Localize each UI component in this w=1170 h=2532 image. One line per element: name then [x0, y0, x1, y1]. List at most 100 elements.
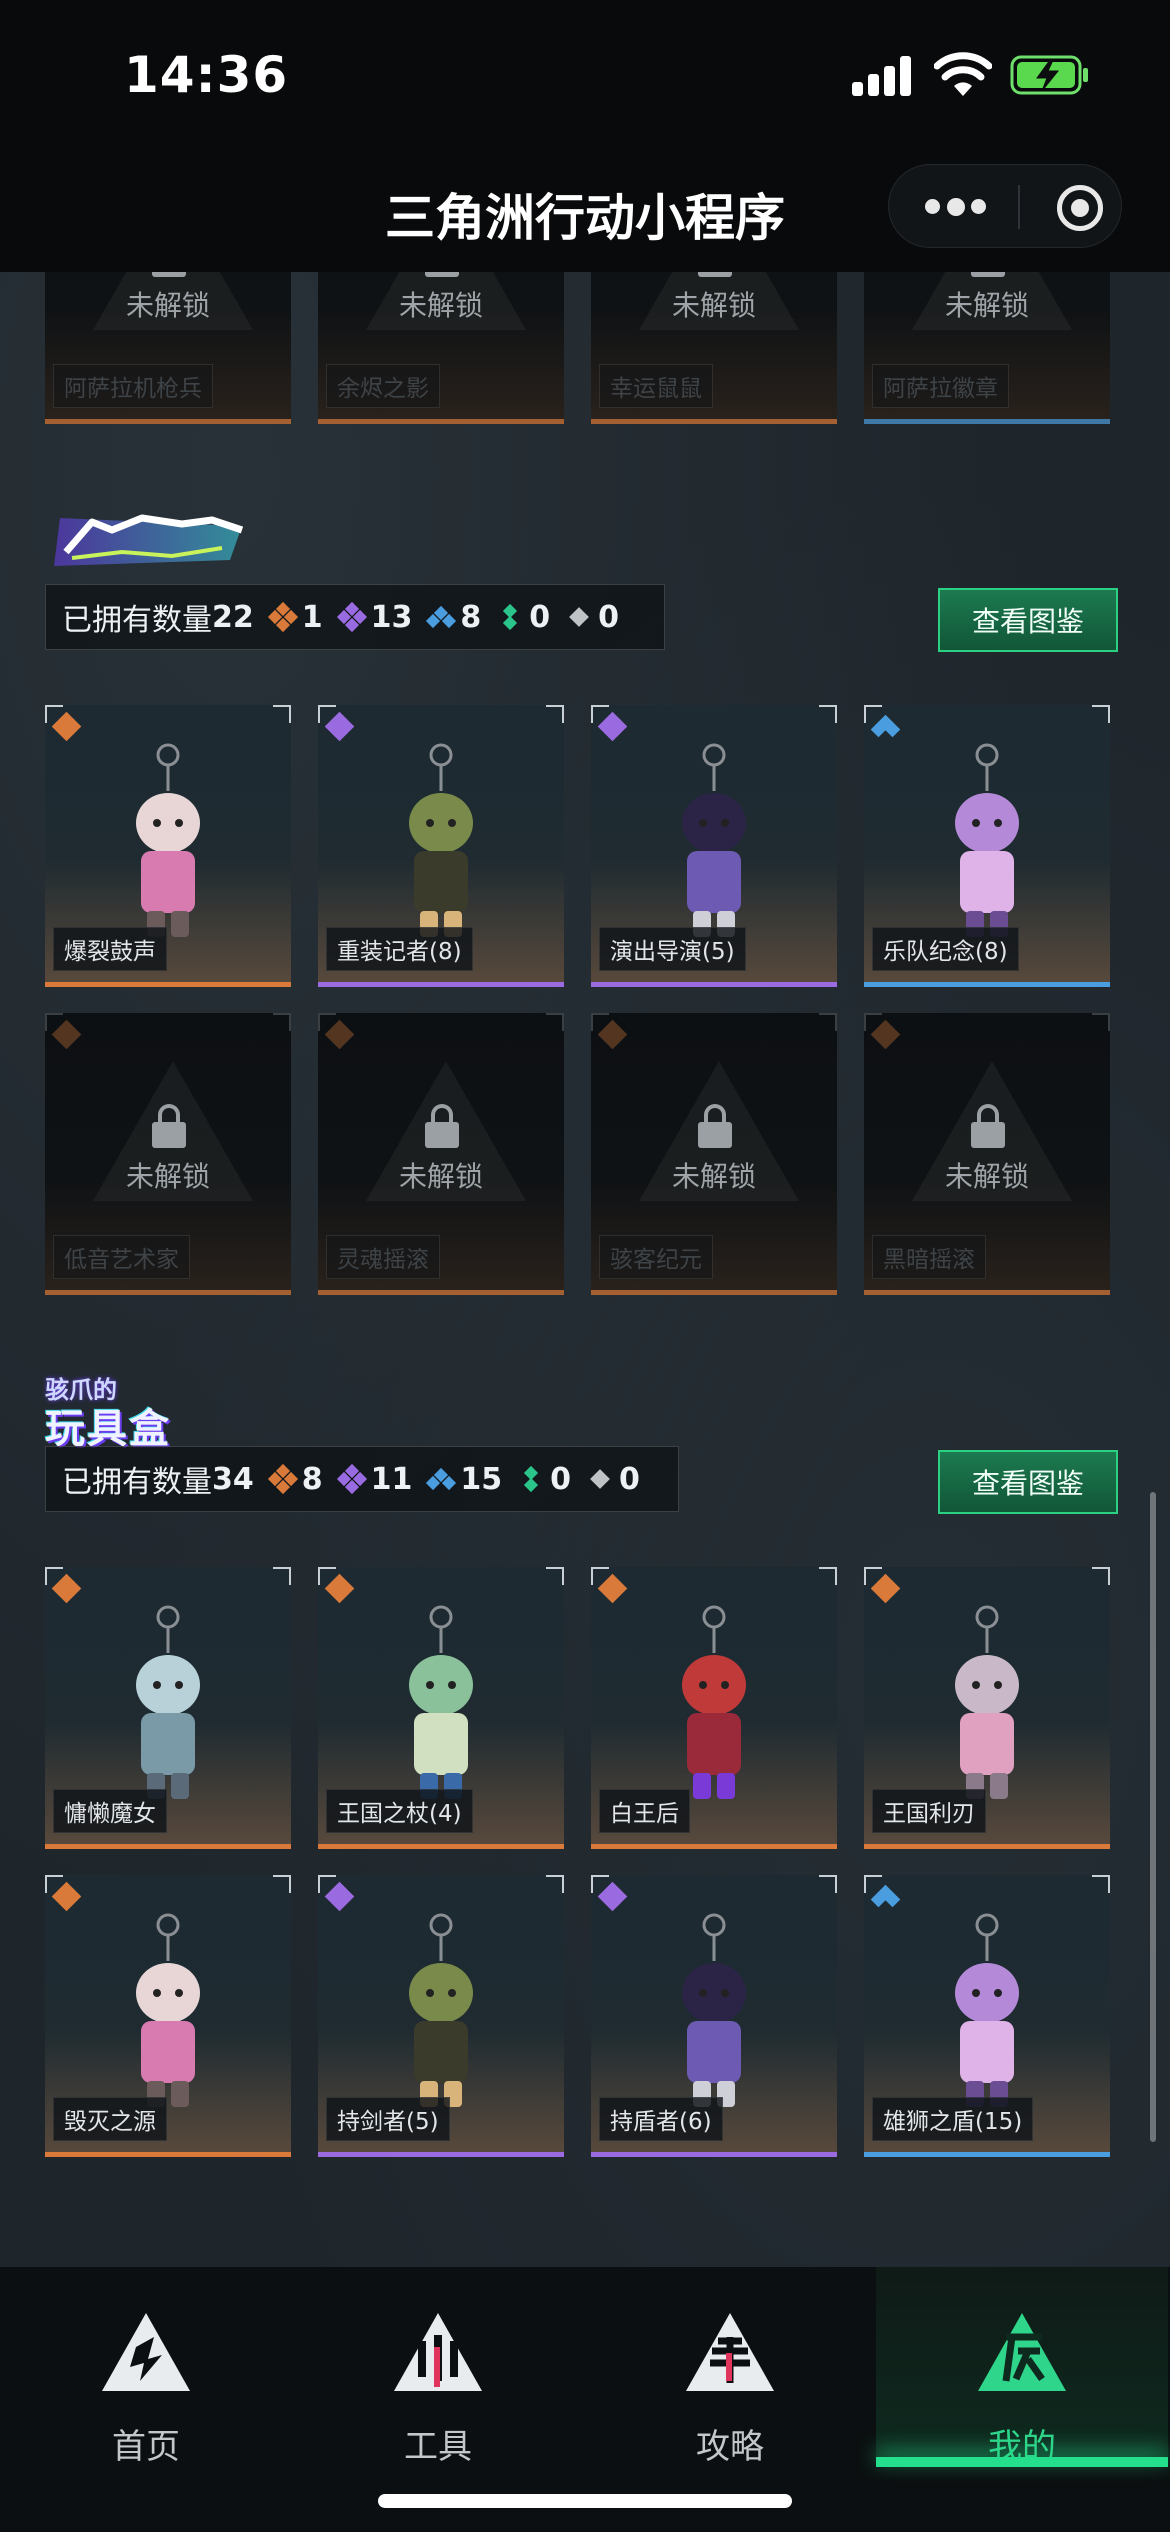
orange-rarity-icon	[870, 1573, 901, 1604]
collectible-card[interactable]: 王国利刃	[864, 1567, 1110, 1849]
orange-count: 1	[301, 599, 323, 635]
home-logo-icon	[102, 2313, 190, 2391]
locked-collectible-card[interactable]: 未解锁阿萨拉机枪兵	[45, 272, 291, 424]
blue-count: 15	[460, 1461, 503, 1497]
gray-count: 0	[598, 599, 619, 635]
cellular-signal-icon	[852, 56, 912, 96]
band-owned-stats: 已拥有数量 22 1 13 8 0 0	[45, 584, 665, 650]
blue-rarity-icon	[426, 602, 457, 632]
collectible-card[interactable]: 演出导演(5)	[591, 705, 837, 987]
lock-icon	[152, 1104, 186, 1148]
rarity-bar	[591, 982, 837, 987]
locked-collectible-card[interactable]: 未解锁 灵魂摇滚	[318, 1013, 564, 1295]
rarity-bar	[318, 982, 564, 987]
blue-count: 8	[460, 599, 482, 635]
home-indicator[interactable]	[378, 2494, 792, 2508]
collectible-card[interactable]: 王国之杖(4)	[318, 1567, 564, 1849]
top-bar: 14:36 三角洲行动小程序	[0, 0, 1170, 272]
wifi-icon	[934, 52, 992, 96]
green-count: 0	[529, 599, 551, 635]
collectible-card[interactable]: 白王后	[591, 1567, 837, 1849]
lock-icon	[698, 1104, 732, 1148]
tab-tools[interactable]: 工具	[292, 2267, 584, 2467]
rarity-bar	[318, 419, 564, 424]
tab-guides[interactable]: 攻略	[584, 2267, 876, 2467]
collectible-name: 王国利刃	[872, 1789, 986, 1833]
orange-rarity-icon	[267, 1463, 298, 1495]
tab-mine[interactable]: 我的	[876, 2267, 1168, 2467]
blue-rarity-icon	[870, 713, 901, 741]
locked-text: 未解锁	[125, 1160, 210, 1193]
locked-text: 未解锁	[944, 289, 1029, 322]
purple-rarity-icon	[336, 1463, 367, 1495]
collectible-name: 骇客纪元	[599, 1235, 713, 1279]
collectible-name: 阿萨拉机枪兵	[53, 364, 213, 408]
lock-icon	[971, 272, 1005, 277]
collectible-card[interactable]: 乐队纪念(8)	[864, 705, 1110, 987]
collectible-name: 阿萨拉徽章	[872, 364, 1009, 408]
battery-charging-icon	[1010, 55, 1088, 95]
rarity-bar	[864, 982, 1110, 987]
toybox-view-catalog-button[interactable]: 查看图鉴	[938, 1450, 1118, 1514]
locked-collectible-card[interactable]: 未解锁 骇客纪元	[591, 1013, 837, 1295]
capsule-divider	[1018, 185, 1020, 229]
close-miniprogram-icon[interactable]	[1057, 185, 1103, 231]
locked-collectible-card[interactable]: 未解锁 余烬之影	[318, 272, 564, 424]
locked-collectible-card[interactable]: 未解锁 低音艺术家	[45, 1013, 291, 1295]
rarity-bar	[864, 419, 1110, 424]
status-time: 14:36	[124, 46, 289, 104]
collection-scroll-area[interactable]: 已拥有数量 22 1 13 8 0 0 查看图鉴 骇爪的 玩具盒 已拥有数量 3…	[0, 272, 1170, 2267]
locked-collectible-card[interactable]: 未解锁阿萨拉徽章	[864, 272, 1110, 424]
bottom-tab-bar: 首页 工具 攻略 我的	[0, 2267, 1170, 2532]
rarity-bar	[45, 419, 291, 424]
collectible-card[interactable]: 持剑者(5)	[318, 1875, 564, 2157]
orange-rarity-icon	[597, 1573, 628, 1604]
lock-icon	[971, 1104, 1005, 1148]
collectible-name: 演出导演(5)	[599, 927, 746, 971]
lock-icon	[698, 272, 732, 277]
more-icon[interactable]	[925, 198, 986, 217]
guides-logo-icon	[686, 2313, 774, 2391]
locked-text: 未解锁	[944, 1160, 1029, 1193]
toybox-series-logo: 骇爪的 玩具盒	[45, 1370, 225, 1452]
orange-rarity-icon	[324, 1019, 355, 1050]
collectible-name: 幸运鼠鼠	[599, 364, 713, 408]
orange-rarity-icon	[51, 1881, 82, 1912]
collectible-card[interactable]: 爆裂鼓声	[45, 705, 291, 987]
gray-rarity-icon	[585, 1464, 615, 1494]
collectible-card[interactable]: 慵懒魔女	[45, 1567, 291, 1849]
owned-count: 34	[212, 1461, 254, 1497]
orange-rarity-icon	[51, 1573, 82, 1604]
collectible-card[interactable]: 雄狮之盾(15)	[864, 1875, 1110, 2157]
scrollbar[interactable]	[1150, 1492, 1156, 2142]
orange-count: 8	[301, 1461, 323, 1497]
locked-collectible-card[interactable]: 未解锁 黑暗摇滚	[864, 1013, 1110, 1295]
collectible-name: 持盾者(6)	[599, 2097, 723, 2141]
collectible-name: 持剑者(5)	[326, 2097, 450, 2141]
tab-home[interactable]: 首页	[0, 2267, 292, 2467]
tab-guides-label: 攻略	[696, 2427, 764, 2467]
blue-rarity-icon	[870, 1883, 901, 1911]
rarity-bar	[591, 419, 837, 424]
locked-collectible-card[interactable]: 未解锁幸运鼠鼠	[591, 272, 837, 424]
tab-tools-label: 工具	[404, 2427, 472, 2467]
band-view-catalog-button[interactable]: 查看图鉴	[938, 588, 1118, 652]
collectible-card[interactable]: 重装记者(8)	[318, 705, 564, 987]
locked-text: 未解锁	[125, 289, 210, 322]
rarity-bar	[864, 1290, 1110, 1295]
rarity-bar	[591, 2152, 837, 2157]
rarity-bar	[591, 1290, 837, 1295]
gray-count: 0	[619, 1461, 640, 1497]
rarity-bar	[318, 1290, 564, 1295]
collectible-name: 乐队纪念(8)	[872, 927, 1019, 971]
collectible-name: 王国之杖(4)	[326, 1789, 473, 1833]
rarity-bar	[45, 2152, 291, 2157]
collectible-card[interactable]: 持盾者(6)	[591, 1875, 837, 2157]
miniprogram-capsule	[888, 164, 1122, 248]
owned-count: 22	[212, 599, 254, 635]
band-series-logo	[54, 514, 244, 566]
collectible-card[interactable]: 毁灭之源	[45, 1875, 291, 2157]
mine-logo-icon	[978, 2313, 1066, 2391]
locked-text: 未解锁	[671, 289, 756, 322]
purple-rarity-icon	[597, 711, 628, 742]
